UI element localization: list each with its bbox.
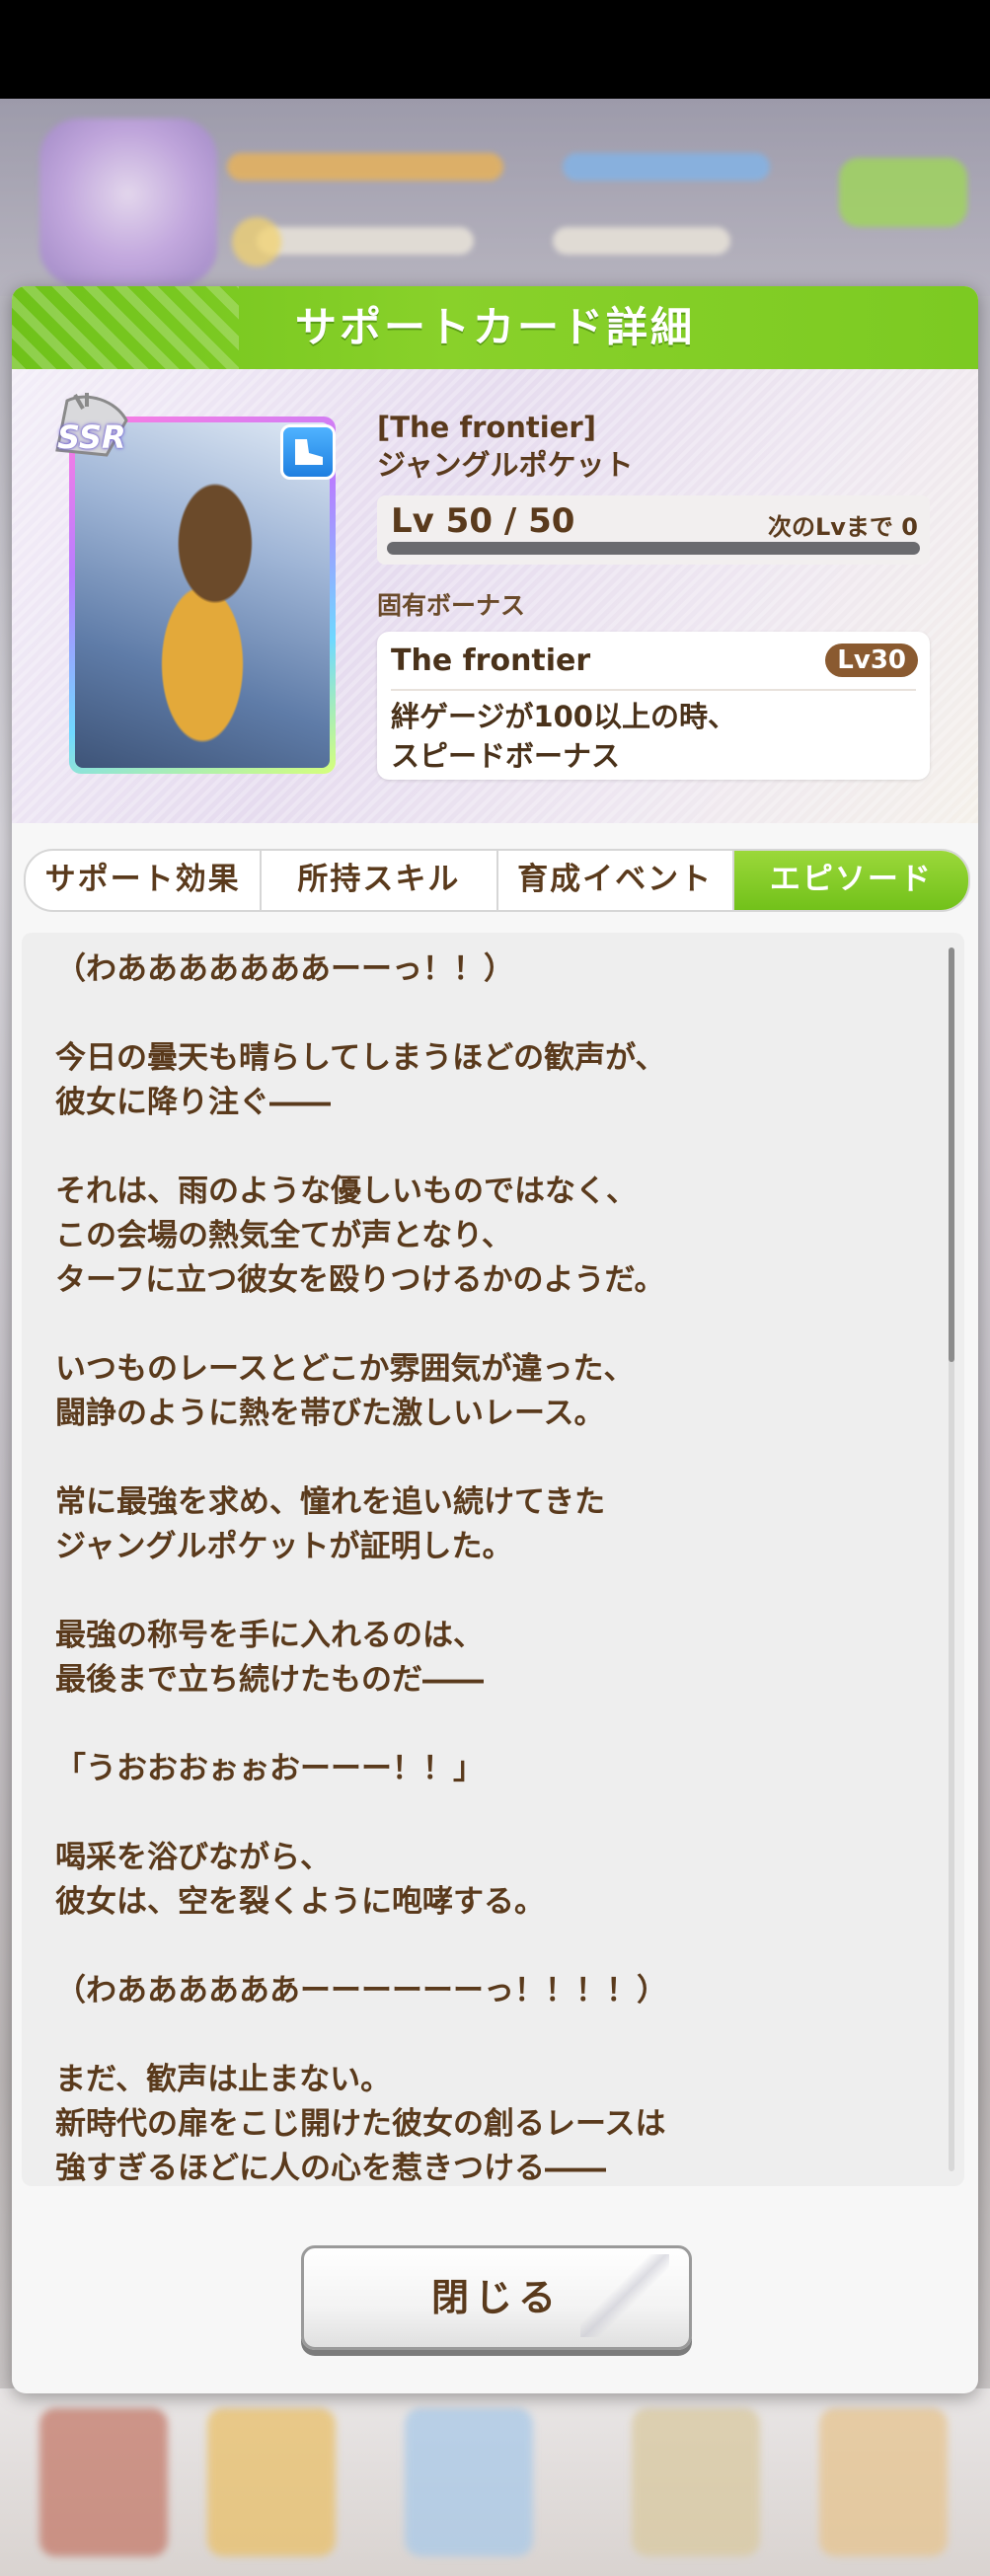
detail-tabs: サポート効果 所持スキル 育成イベント エピソード bbox=[24, 849, 970, 912]
level-text: Lv 50 / 50 bbox=[391, 501, 575, 541]
background-coin-icon bbox=[232, 217, 281, 266]
card-character-name: ジャングルポケット bbox=[377, 448, 634, 482]
rarity-badge: SSR bbox=[57, 418, 126, 456]
unique-bonus-panel: The frontier Lv30 絆ゲージが100以上の時、 スピードボーナス bbox=[377, 632, 930, 780]
episode-text-panel[interactable]: （わあああああああーーっ！！） 今日の曇天も晴らしてしまうほどの歓声が、 彼女に… bbox=[22, 933, 964, 2186]
background-nav-icon bbox=[632, 2408, 760, 2556]
tab-owned-skills[interactable]: 所持スキル bbox=[262, 851, 498, 910]
background-logo bbox=[39, 118, 217, 286]
background-nav-icon bbox=[39, 2408, 168, 2556]
episode-text: （わあああああああーーっ！！） 今日の曇天も晴らしてしまうほどの歓声が、 彼女に… bbox=[55, 951, 667, 2186]
background-bar bbox=[227, 153, 503, 181]
card-summary: SSR [The frontier] ジャングルポケット Lv 50 / 50 … bbox=[12, 369, 978, 823]
dialog-title: サポートカード詳細 bbox=[294, 303, 695, 351]
close-button[interactable]: 閉じる bbox=[301, 2245, 692, 2350]
background-bar bbox=[257, 227, 474, 255]
tab-episode[interactable]: エピソード bbox=[733, 851, 968, 910]
background-nav-icon bbox=[819, 2408, 948, 2556]
background-bar bbox=[563, 153, 770, 181]
bonus-name: The frontier bbox=[391, 644, 591, 678]
background-green-button bbox=[839, 158, 967, 227]
scrollbar-thumb[interactable] bbox=[949, 947, 954, 1362]
tab-training-events[interactable]: 育成イベント bbox=[498, 851, 734, 910]
tab-support-effect[interactable]: サポート効果 bbox=[26, 851, 263, 910]
bonus-description: 絆ゲージが100以上の時、 スピードボーナス bbox=[391, 700, 736, 773]
background-nav-icon bbox=[207, 2408, 336, 2556]
divider bbox=[391, 689, 916, 691]
level-panel: Lv 50 / 50 次のLvまで 0 bbox=[377, 495, 930, 565]
close-button-label: 閉じる bbox=[430, 2276, 562, 2319]
next-level-text: 次のLvまで 0 bbox=[768, 513, 918, 541]
card-title: [The frontier] bbox=[377, 411, 596, 444]
card-info: [The frontier] ジャングルポケット Lv 50 / 50 次のLv… bbox=[377, 409, 950, 780]
support-card-detail-dialog: サポートカード詳細 SSR [The frontier] ジャングルポケット L… bbox=[12, 286, 978, 2393]
background-nav-icon bbox=[405, 2408, 533, 2556]
shoe-icon bbox=[295, 439, 323, 465]
scrollbar[interactable] bbox=[949, 947, 954, 2171]
background-bar bbox=[553, 227, 730, 255]
bonus-level-badge: Lv30 bbox=[825, 644, 918, 677]
level-progress-bar bbox=[387, 542, 920, 555]
unique-bonus-heading: 固有ボーナス bbox=[377, 591, 526, 620]
speed-shoe-icon bbox=[280, 424, 336, 480]
